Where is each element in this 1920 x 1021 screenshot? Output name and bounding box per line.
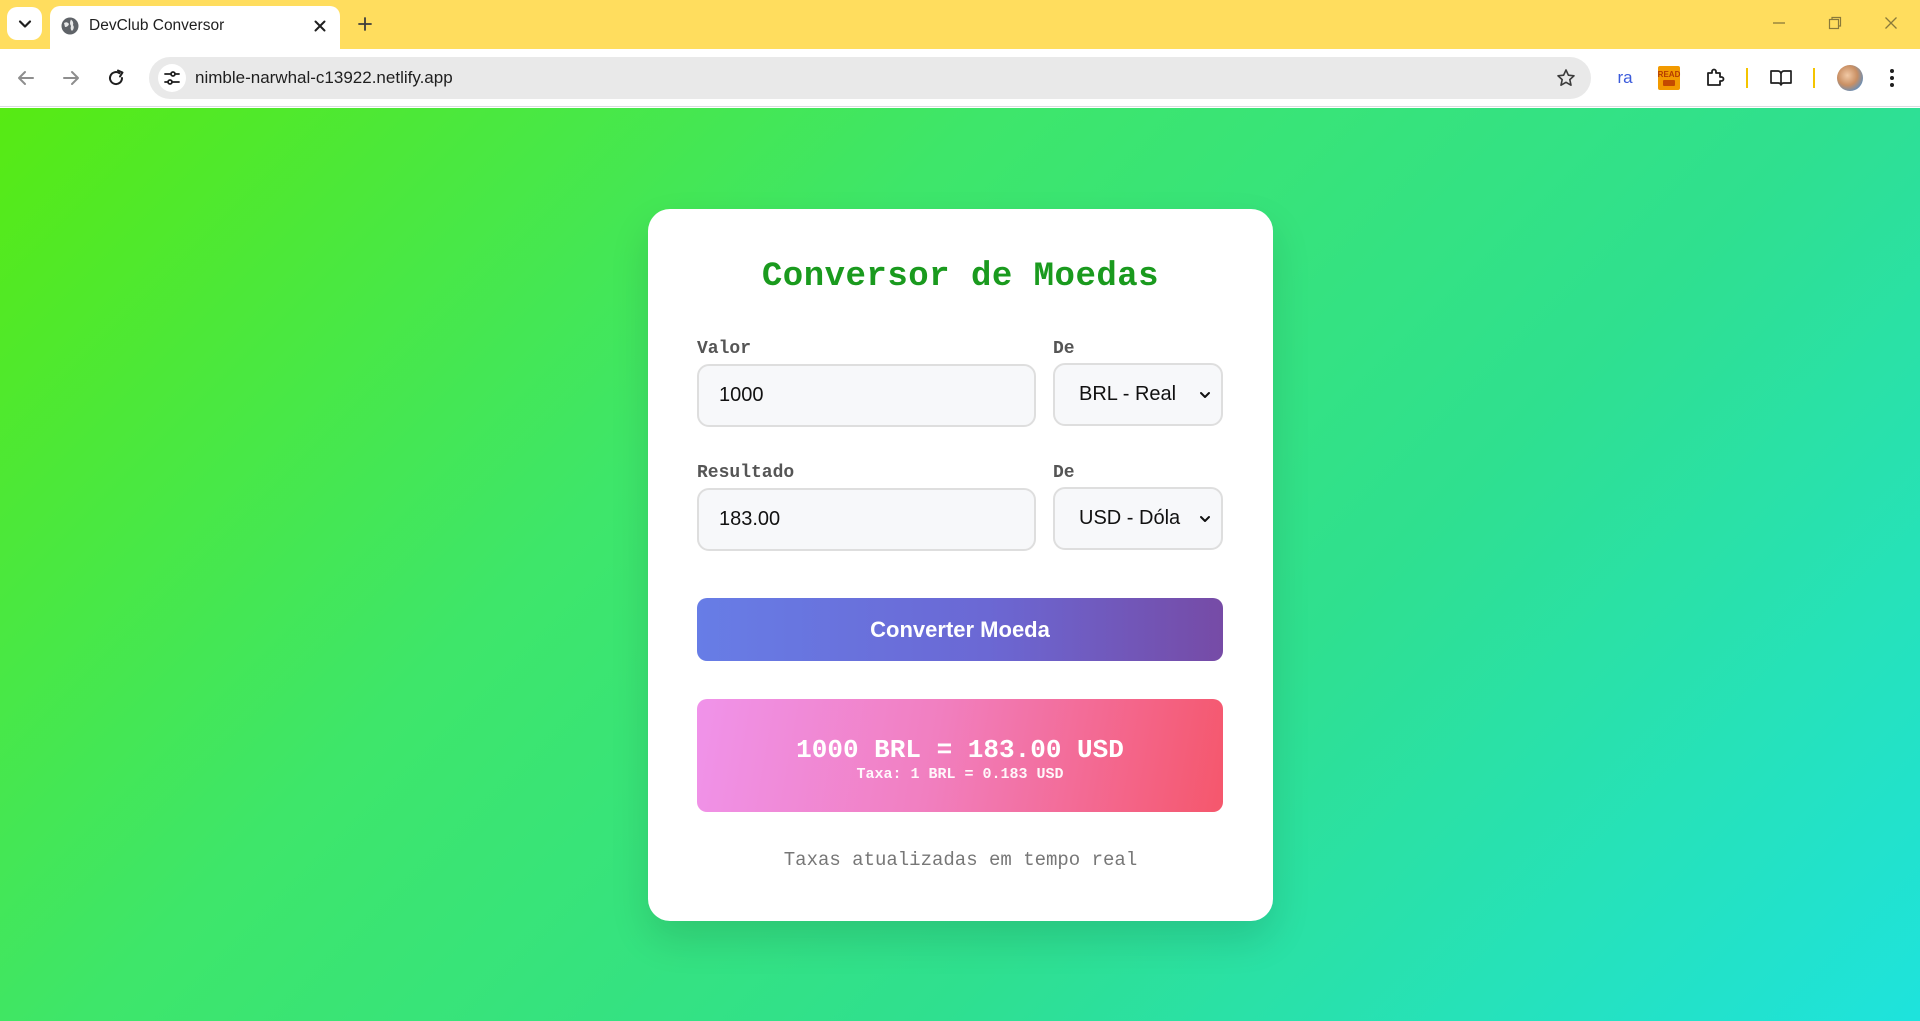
reload-icon bbox=[109, 69, 124, 86]
restore-icon bbox=[1828, 16, 1842, 30]
result-summary: 1000 BRL = 183.00 USD bbox=[796, 735, 1124, 765]
converter-card: Conversor de Moedas Valor De BRL - Real … bbox=[648, 209, 1273, 921]
tab-search-button[interactable] bbox=[7, 7, 42, 40]
footer-note: Taxas atualizadas em tempo real bbox=[783, 849, 1138, 871]
browser-toolbar: nimble-narwhal-c13922.netlify.app ra REA… bbox=[0, 49, 1920, 107]
chevron-down-icon bbox=[18, 19, 31, 28]
extension-read-button[interactable]: READ bbox=[1657, 64, 1681, 92]
tab-title: DevClub Conversor bbox=[89, 17, 225, 34]
more-vertical-icon bbox=[1890, 69, 1894, 87]
site-info-button[interactable] bbox=[158, 64, 186, 92]
globe-icon bbox=[61, 17, 79, 35]
page-title: Conversor de Moedas bbox=[761, 258, 1160, 296]
to-currency-value: USD - Dóla bbox=[1079, 507, 1181, 529]
tab-close-button[interactable] bbox=[308, 14, 332, 38]
extension-ra-icon: ra bbox=[1617, 68, 1633, 87]
toolbar-divider bbox=[1746, 68, 1748, 88]
exchange-rate: Taxa: 1 BRL = 0.183 USD bbox=[856, 766, 1064, 783]
reading-mode-button[interactable] bbox=[1767, 64, 1795, 92]
back-button[interactable] bbox=[10, 62, 42, 94]
toolbar-divider bbox=[1813, 68, 1815, 88]
url-text[interactable]: nimble-narwhal-c13922.netlify.app bbox=[195, 67, 453, 89]
restore-button[interactable] bbox=[1818, 10, 1852, 36]
new-tab-button[interactable] bbox=[352, 11, 378, 37]
browser-tab-active[interactable]: DevClub Conversor bbox=[50, 6, 340, 49]
amount-input[interactable] bbox=[697, 364, 1036, 427]
from-currency-value: BRL - Real bbox=[1079, 383, 1177, 405]
result-label: Resultado bbox=[697, 463, 795, 483]
book-icon bbox=[1770, 70, 1792, 86]
reload-button[interactable] bbox=[100, 62, 132, 94]
tune-icon bbox=[164, 71, 180, 85]
bookmark-button[interactable] bbox=[1555, 67, 1577, 89]
extension-ra-button[interactable]: ra bbox=[1612, 64, 1638, 92]
close-icon bbox=[1885, 17, 1897, 29]
chevron-down-icon bbox=[1197, 511, 1213, 527]
arrow-right-icon bbox=[63, 71, 79, 85]
close-icon bbox=[314, 20, 326, 32]
forward-button[interactable] bbox=[55, 62, 87, 94]
result-input[interactable] bbox=[697, 488, 1036, 551]
from-currency-label: De bbox=[1053, 339, 1075, 359]
window-close-button[interactable] bbox=[1874, 10, 1908, 36]
address-bar[interactable]: nimble-narwhal-c13922.netlify.app bbox=[149, 57, 1591, 99]
arrow-left-icon bbox=[18, 71, 34, 85]
page-background: Conversor de Moedas Valor De BRL - Real … bbox=[0, 108, 1920, 1021]
avatar bbox=[1837, 65, 1863, 91]
amount-label: Valor bbox=[697, 339, 752, 359]
browser-menu-button[interactable] bbox=[1880, 64, 1904, 92]
to-currency-select[interactable]: USD - Dóla bbox=[1053, 487, 1223, 550]
minimize-button[interactable] bbox=[1762, 10, 1796, 36]
from-currency-select[interactable]: BRL - Real bbox=[1053, 363, 1223, 426]
plus-icon bbox=[358, 17, 372, 31]
convert-button[interactable]: Converter Moeda bbox=[697, 598, 1223, 661]
extension-read-icon: READ bbox=[1658, 66, 1680, 90]
star-icon bbox=[1557, 69, 1575, 86]
extensions-button[interactable] bbox=[1702, 64, 1728, 92]
minimize-icon bbox=[1773, 22, 1785, 24]
puzzle-icon bbox=[1707, 68, 1725, 86]
browser-tabstrip: DevClub Conversor bbox=[0, 0, 1920, 49]
to-currency-label: De bbox=[1053, 463, 1075, 483]
chevron-down-icon bbox=[1197, 387, 1213, 403]
profile-button[interactable] bbox=[1836, 64, 1864, 92]
conversion-result: 1000 BRL = 183.00 USD Taxa: 1 BRL = 0.18… bbox=[697, 699, 1223, 812]
